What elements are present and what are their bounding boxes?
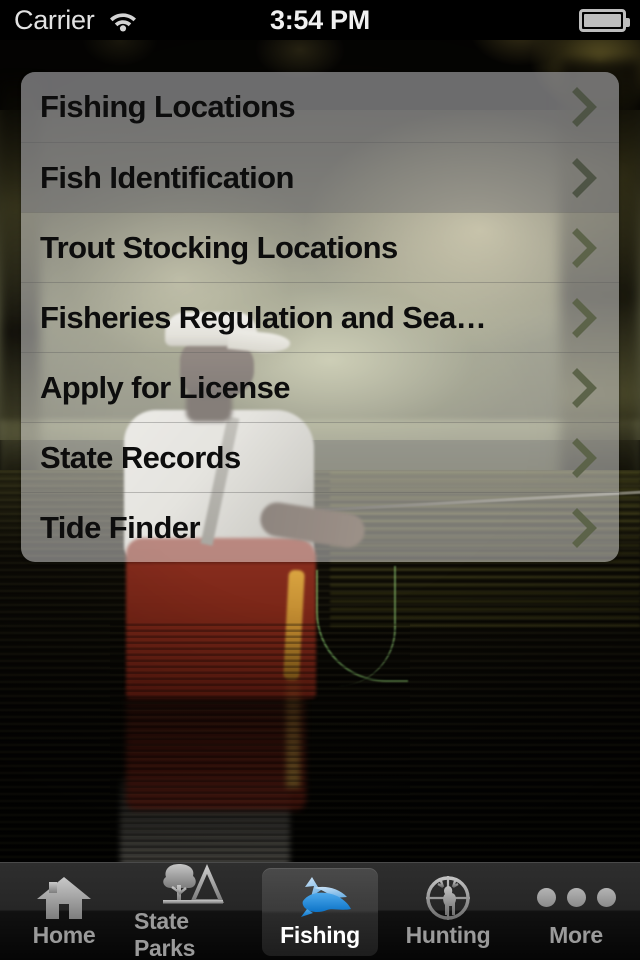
menu-item-label: Fish Identification xyxy=(40,159,294,195)
chevron-right-icon xyxy=(559,507,611,548)
menu-item-label: Apply for License xyxy=(40,369,291,405)
deer-crosshair-icon xyxy=(421,875,475,921)
tab-fishing[interactable]: Fishing xyxy=(256,863,384,960)
menu-item-tide-finder[interactable]: Tide Finder xyxy=(21,492,619,562)
menu-item-label: Tide Finder xyxy=(40,509,201,545)
battery-icon xyxy=(579,8,630,32)
tab-label: More xyxy=(549,921,603,948)
tab-label: State Parks xyxy=(134,908,196,960)
ellipsis-dot xyxy=(536,888,556,907)
tab-more[interactable]: More xyxy=(512,863,640,960)
menu-item-trout-stocking-locations[interactable]: Trout Stocking Locations xyxy=(21,212,619,282)
menu-item-label: Trout Stocking Locations xyxy=(40,229,398,265)
menu-item-fish-identification[interactable]: Fish Identification xyxy=(21,142,619,212)
chevron-right-icon xyxy=(559,87,611,127)
battery-level-fill xyxy=(584,13,621,27)
menu-item-label: Fisheries Regulation and Sea… xyxy=(40,299,487,335)
menu-item-state-records[interactable]: State Records xyxy=(21,422,619,492)
chevron-right-icon xyxy=(559,437,611,478)
menu-item-fishing-locations[interactable]: Fishing Locations xyxy=(21,72,619,142)
ellipsis-dot xyxy=(596,888,616,907)
tab-hunting[interactable]: Hunting xyxy=(384,863,512,960)
status-bar-right xyxy=(579,8,630,32)
ellipsis-icon xyxy=(536,875,616,921)
menu-item-label: State Records xyxy=(40,439,241,475)
fish-icon xyxy=(287,875,353,921)
menu-item-label: Fishing Locations xyxy=(40,89,296,124)
ellipsis-dot xyxy=(566,888,586,907)
chevron-right-icon xyxy=(559,367,611,408)
chevron-right-icon xyxy=(559,227,611,268)
clock-label: 3:54 PM xyxy=(270,4,370,35)
reflection-ripples xyxy=(110,620,410,870)
tab-label: Home xyxy=(32,921,96,948)
status-bar: Carrier 3:54 PM xyxy=(0,0,640,40)
chevron-right-icon xyxy=(559,297,611,338)
tab-label: Fishing xyxy=(280,921,360,948)
menu-item-apply-for-license[interactable]: Apply for License xyxy=(21,352,619,422)
chevron-right-icon xyxy=(559,157,611,198)
house-icon xyxy=(35,875,93,921)
tab-label: Hunting xyxy=(405,921,491,948)
tab-state-parks[interactable]: State Parks xyxy=(128,863,256,960)
tree-tent-icon xyxy=(159,861,225,907)
tab-bar: Home State Parks Fishing Hunting More xyxy=(0,862,640,960)
app-screen: Carrier 3:54 PM Fishing Locations Fish I… xyxy=(0,0,640,960)
menu-item-fisheries-regulation[interactable]: Fisheries Regulation and Sea… xyxy=(21,282,619,352)
tab-home[interactable]: Home xyxy=(0,863,128,960)
menu-panel: Fishing Locations Fish Identification Tr… xyxy=(21,72,619,562)
